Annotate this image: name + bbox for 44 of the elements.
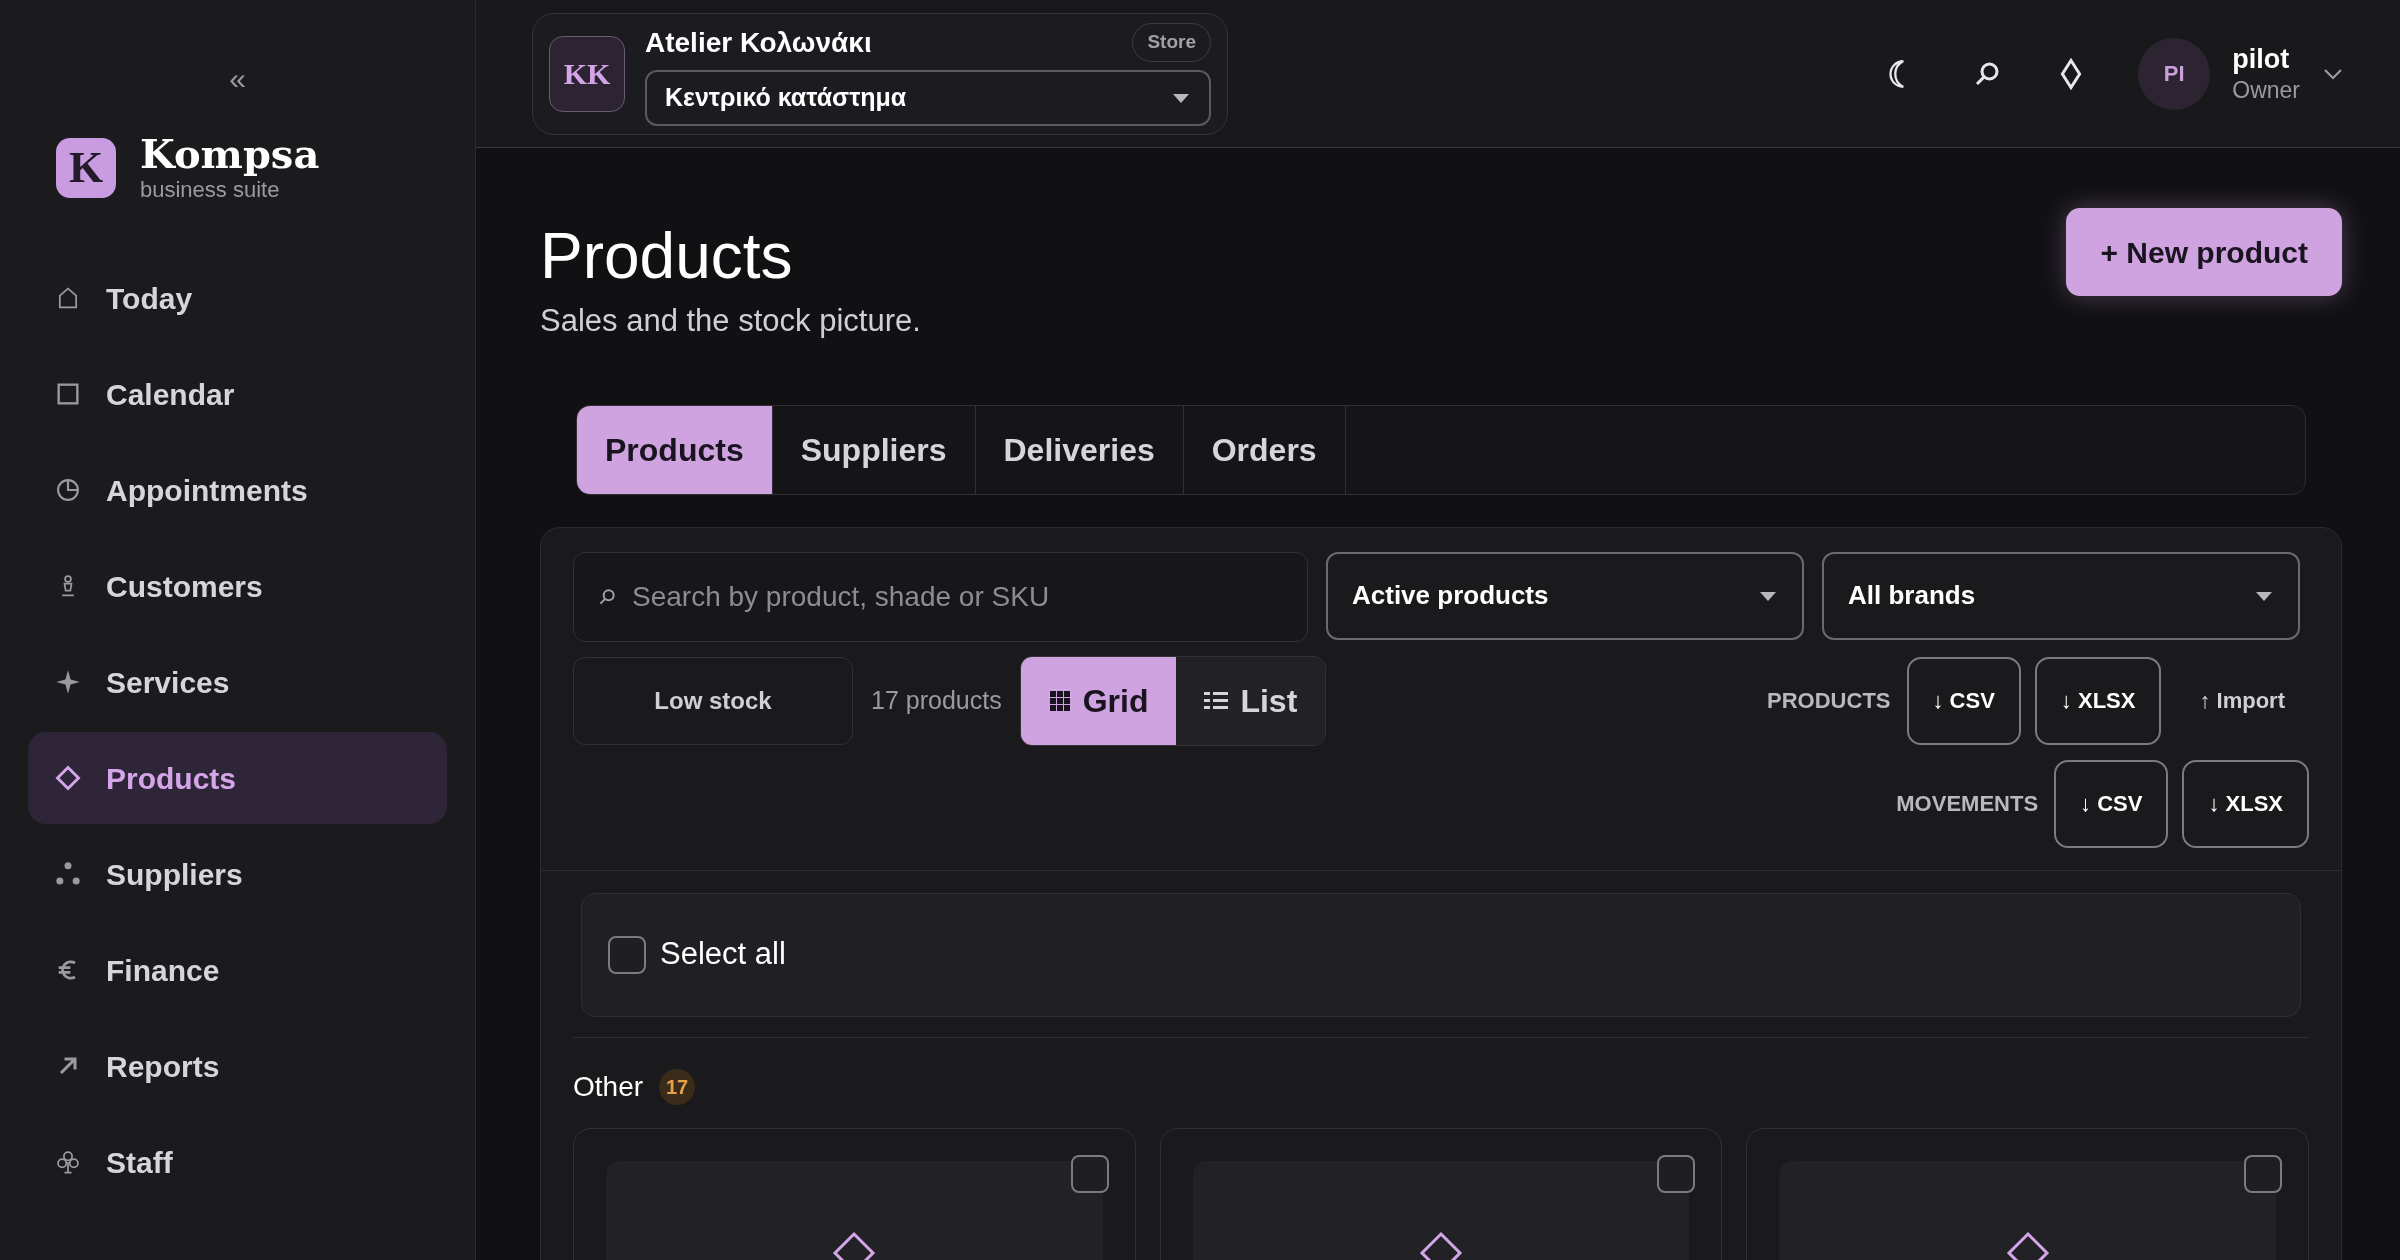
export-button[interactable]: ↓ CSV [1906, 656, 2021, 745]
page-subtitle: Sales and the stock picture. [540, 302, 921, 340]
user-avatar[interactable]: PI [2138, 37, 2211, 110]
select-all-label: Select all [660, 935, 786, 974]
export-button[interactable]: ↓ XLSX [2034, 656, 2162, 745]
products-export-label: PRODUCTS [1767, 687, 1891, 715]
nav-item[interactable]: Products [28, 732, 447, 824]
tab[interactable]: Suppliers [772, 405, 976, 494]
brand-name: Kompsa [140, 132, 320, 176]
search-field[interactable]: Search by product, shade or SKU [573, 551, 1308, 642]
view-option[interactable]: Grid [1020, 656, 1177, 745]
tab[interactable]: Orders [1183, 405, 1346, 494]
store-avatar: KK [549, 35, 625, 112]
export-button[interactable]: ↓ XLSX [2182, 759, 2309, 848]
status-select[interactable]: Active products [1326, 551, 1804, 640]
export-button[interactable]: ↓ CSV [2054, 759, 2169, 848]
nav-item[interactable]: Reports [28, 1020, 447, 1112]
group-title: Other [573, 1069, 644, 1104]
nav-item[interactable]: Calendar [28, 348, 447, 440]
page-title: Products [540, 219, 794, 294]
brand-select[interactable]: All brands [1822, 551, 2300, 640]
nav-item[interactable]: Staff [28, 1116, 447, 1208]
tab[interactable]: Products [577, 405, 773, 494]
view-option[interactable]: List [1176, 656, 1326, 745]
nav-item[interactable]: Customers [28, 540, 447, 632]
nav-item[interactable]: Appointments [28, 444, 447, 536]
nav-item[interactable]: Suppliers [28, 828, 447, 920]
location-select[interactable]: Κεντρικό κατάστημα [645, 69, 1211, 126]
import-button[interactable]: ↑ Import [2175, 656, 2309, 745]
nav-item[interactable]: Services [28, 636, 447, 728]
movements-export-label: MOVEMENTS [1896, 790, 2039, 818]
nav-item[interactable]: Today [28, 252, 447, 344]
user-role: Owner [2232, 75, 2300, 105]
product-count: 17 products [871, 684, 1002, 716]
new-product-button[interactable]: + New product [2066, 208, 2342, 296]
tab[interactable]: Deliveries [975, 405, 1184, 494]
store-name: Atelier Κολωνάκι [645, 25, 872, 60]
brand-tagline: business suite [140, 176, 281, 204]
user-name: pilot [2232, 42, 2291, 75]
count-badge: 17 [659, 1068, 696, 1105]
collapse-button[interactable]: « [229, 64, 246, 94]
logo-mark: K [56, 138, 116, 198]
low-stock-button[interactable]: Low stock [573, 656, 853, 745]
nav-item[interactable]: Finance [28, 924, 447, 1016]
